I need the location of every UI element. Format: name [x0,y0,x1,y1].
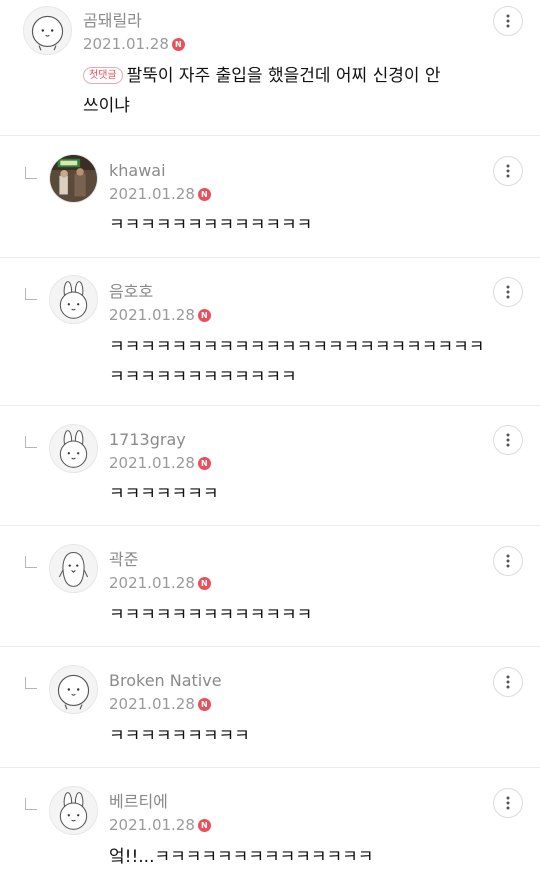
more-options-button[interactable] [493,788,523,818]
comment-author[interactable]: 베르티에 [109,792,168,812]
more-options-button[interactable] [493,425,523,455]
comment-meta: 2021.01.28 N [109,573,211,593]
comment-meta: 2021.01.28 N [109,305,211,325]
bear-avatar-icon[interactable] [49,665,98,714]
reply-item: 음호호 2021.01.28 N ㅋㅋㅋㅋㅋㅋㅋㅋㅋㅋㅋㅋㅋㅋㅋㅋㅋㅋㅋㅋㅋㅋㅋ… [0,258,540,406]
new-badge: N [197,308,211,322]
comment-author[interactable]: Broken Native [109,671,222,691]
more-vertical-icon [506,285,510,299]
more-options-button[interactable] [493,546,523,576]
comment-date: 2021.01.28 [109,185,195,203]
comment-date: 2021.01.28 [109,695,195,713]
comment-text-block: 첫댓글 팔뚝이 자주 출입을 했을건데 어찌 신경이 안쓰이냐 [83,61,453,121]
more-options-button[interactable] [493,6,523,36]
more-vertical-icon [506,14,510,28]
more-options-button[interactable] [493,156,523,186]
comment-author[interactable]: 곰돼릴라 [83,11,142,31]
rabbit-avatar-icon[interactable] [49,275,98,324]
comment-meta: 2021.01.28 N [109,184,211,204]
reply-item: 곽준 2021.01.28 N ㅋㅋㅋㅋㅋㅋㅋㅋㅋㅋㅋㅋㅋ [0,526,540,647]
comment-text: 팔뚝이 자주 출입을 했을건데 어찌 신경이 안쓰이냐 [83,66,441,116]
comment-date: 2021.01.28 [109,574,195,592]
comment-date: 2021.01.28 [109,454,195,472]
new-badge: N [197,576,211,590]
more-options-button[interactable] [493,277,523,307]
comment-meta: 2021.01.28 N [109,815,211,835]
reply-item: Broken Native 2021.01.28 N ㅋㅋㅋㅋㅋㅋㅋㅋㅋ [0,647,540,768]
more-vertical-icon [506,796,510,810]
reply-indicator-icon [25,288,37,300]
comment-date: 2021.01.28 [109,816,195,834]
comment-date: 2021.01.28 [83,35,169,53]
reply-item: 베르티에 2021.01.28 N 엌!!...ㅋㅋㅋㅋㅋㅋㅋㅋㅋㅋㅋㅋㅋㅋ [0,768,540,876]
comment-author[interactable]: 곽준 [109,550,138,570]
comment-text: ㅋㅋㅋㅋㅋㅋㅋ [109,484,219,504]
comment-author[interactable]: 음호호 [109,282,153,302]
reply-indicator-icon [25,677,37,689]
comment-text: ㅋㅋㅋㅋㅋㅋㅋㅋㅋㅋㅋㅋㅋㅋㅋㅋㅋㅋㅋㅋㅋㅋㅋㅋㅋㅋㅋㅋㅋㅋㅋㅋㅋㅋㅋㅋ [109,337,485,387]
reply-indicator-icon [25,436,37,448]
comment-meta: 2021.01.28 N [83,34,185,54]
rabbit-avatar-icon[interactable] [49,424,98,473]
new-badge: N [171,37,185,51]
more-vertical-icon [506,675,510,689]
comment-author[interactable]: khawai [109,161,166,181]
comment-meta: 2021.01.28 N [109,694,211,714]
more-vertical-icon [506,554,510,568]
more-vertical-icon [506,164,510,178]
comment-text: ㅋㅋㅋㅋㅋㅋㅋㅋㅋㅋㅋㅋㅋ [109,605,313,625]
reply-indicator-icon [25,556,37,568]
comment-text: 엌!!...ㅋㅋㅋㅋㅋㅋㅋㅋㅋㅋㅋㅋㅋㅋ [109,847,374,867]
first-comment-badge: 첫댓글 [83,67,123,84]
comment-text: ㅋㅋㅋㅋㅋㅋㅋㅋㅋ [109,726,250,746]
reply-item: 1713gray 2021.01.28 N ㅋㅋㅋㅋㅋㅋㅋ [0,406,540,526]
comment-author[interactable]: 1713gray [109,430,186,450]
penguin-avatar-icon[interactable] [49,544,98,593]
reply-indicator-icon [25,798,37,810]
new-badge: N [197,187,211,201]
more-vertical-icon [506,433,510,447]
comment-item: 곰돼릴라 2021.01.28 N 첫댓글 팔뚝이 자주 출입을 했을건데 어찌 … [0,0,540,136]
comment-meta: 2021.01.28 N [109,453,211,473]
comment-text: ㅋㅋㅋㅋㅋㅋㅋㅋㅋㅋㅋㅋㅋ [109,215,313,235]
reply-item: khawai 2021.01.28 N ㅋㅋㅋㅋㅋㅋㅋㅋㅋㅋㅋㅋㅋ [0,136,540,258]
reply-indicator-icon [25,167,37,179]
new-badge: N [197,697,211,711]
new-badge: N [197,456,211,470]
new-badge: N [197,818,211,832]
rabbit-avatar-icon[interactable] [49,786,98,835]
comment-date: 2021.01.28 [109,306,195,324]
more-options-button[interactable] [493,667,523,697]
bear-avatar-icon[interactable] [23,6,72,55]
photo-avatar[interactable] [49,154,98,203]
